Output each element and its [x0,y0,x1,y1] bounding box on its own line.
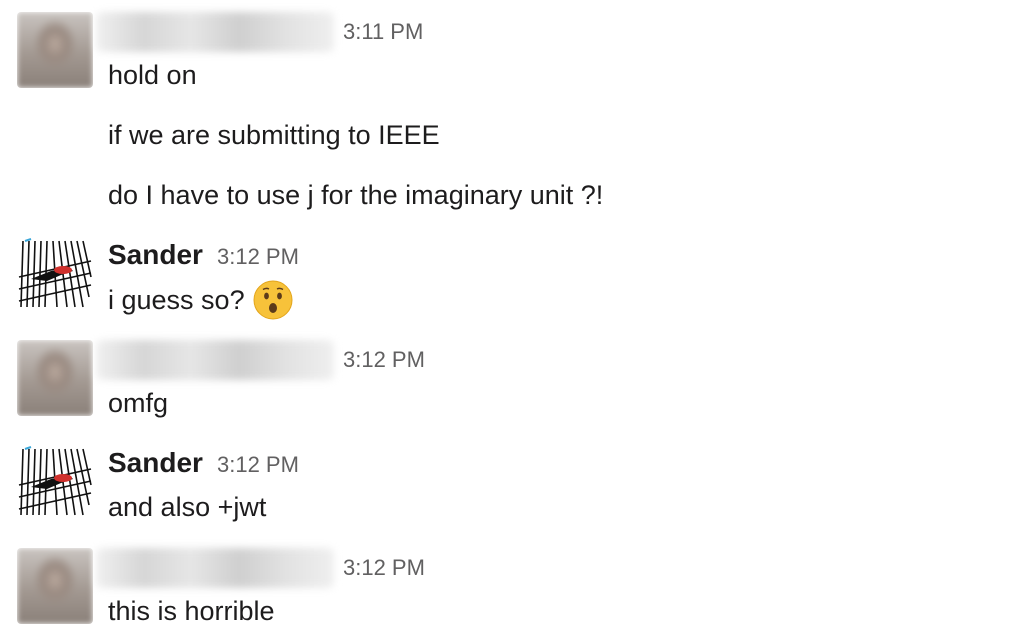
avatar-sander[interactable] [17,445,93,521]
message-timestamp[interactable]: 3:11 PM [343,18,423,46]
avatar-blurred[interactable] [17,548,93,624]
sender-name-redacted [96,12,334,52]
message-timestamp[interactable]: 3:12 PM [217,451,299,479]
sender-name[interactable]: Sander [108,446,203,480]
sender-name[interactable]: Sander [108,238,203,272]
sender-name-redacted [96,548,334,588]
avatar-blurred[interactable] [17,340,93,416]
message-text: hold on [108,60,197,90]
message-text: this is horrible [108,596,275,626]
message-text: do I have to use j for the imaginary uni… [108,180,604,210]
message-text-content: i guess so? [108,285,245,316]
sander-avatar-icon [18,238,92,308]
sander-avatar-icon [18,446,92,516]
avatar-blurred[interactable] [17,12,93,88]
message-timestamp[interactable]: 3:12 PM [217,243,299,271]
message-text: and also +jwt [108,492,267,522]
message-timestamp[interactable]: 3:12 PM [343,346,425,374]
hushed-face-emoji [253,280,293,320]
message-timestamp[interactable]: 3:12 PM [343,554,425,582]
avatar-sander[interactable] [17,237,93,313]
message-text: omfg [108,388,169,418]
sender-name-redacted [96,340,334,380]
message-text: i guess so? [108,280,293,322]
message-text: if we are submitting to IEEE [108,120,440,150]
